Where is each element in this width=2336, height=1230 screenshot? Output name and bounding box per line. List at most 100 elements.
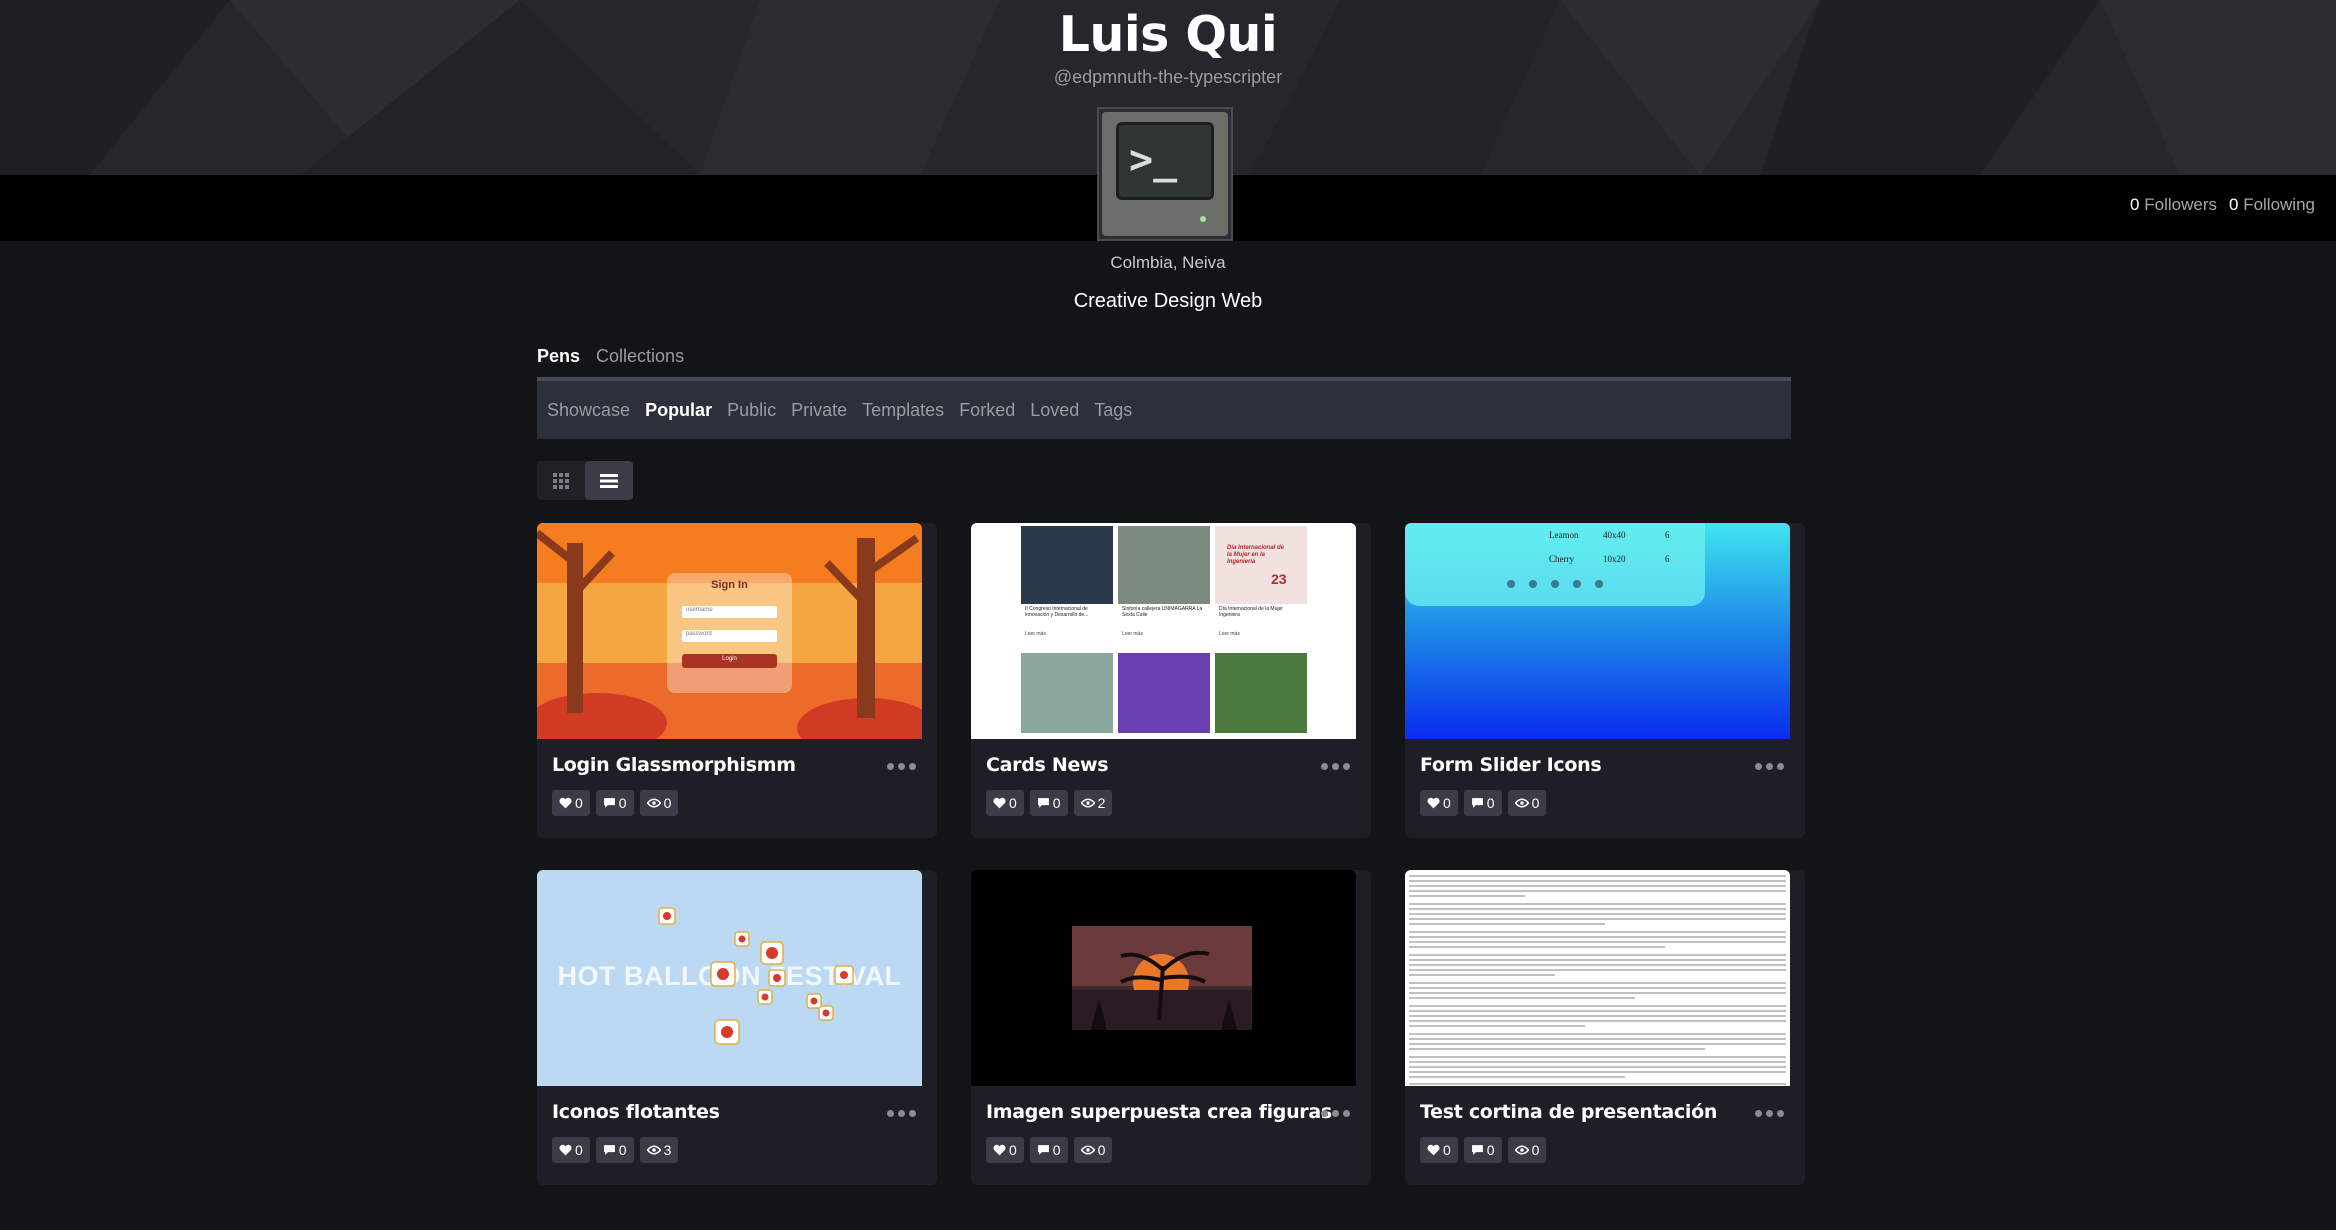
comment-icon [1037, 1145, 1049, 1155]
like-button[interactable]: 0 [986, 790, 1024, 816]
heart-icon [993, 797, 1006, 809]
pen-preview[interactable]: II Congreso Internacional de Innovación … [971, 523, 1356, 739]
comment-icon [603, 798, 615, 808]
slider-row-1-name: Leamon [1549, 530, 1579, 540]
news-more-1: Leer más [1025, 631, 1046, 637]
eye-icon [646, 1145, 661, 1155]
filter-private[interactable]: Private [791, 400, 847, 421]
pen-preview[interactable]: Leamon 40x40 6 Cherry 10x20 6 [1405, 523, 1790, 739]
more-dots-icon[interactable] [1318, 1106, 1352, 1120]
pen-card[interactable]: Sign In username password Login Login Gl… [537, 523, 937, 838]
comment-icon [1471, 1145, 1483, 1155]
filter-showcase[interactable]: Showcase [547, 400, 630, 421]
views-count: 0 [1507, 790, 1547, 816]
list-icon [600, 473, 618, 488]
pen-card[interactable]: HOT BALLOON FESTIVAL Iconos flo [537, 870, 937, 1185]
more-dots-icon[interactable] [884, 759, 918, 773]
tab-collections[interactable]: Collections [596, 346, 684, 367]
pen-title[interactable]: Test cortina de presentación [1420, 1101, 1717, 1123]
list-view-button[interactable] [585, 461, 633, 500]
preview-password-field: password [686, 631, 712, 637]
comment-button[interactable]: 0 [1463, 1137, 1502, 1163]
pen-preview[interactable] [971, 870, 1356, 1086]
comment-icon [1037, 798, 1049, 808]
more-dots-icon[interactable] [1752, 759, 1786, 773]
profile-tagline: Creative Design Web [1073, 290, 1263, 312]
preview-signin-heading: Sign In [711, 579, 748, 591]
news-item-1: II Congreso Internacional de Innovación … [1025, 606, 1089, 618]
views-count: 0 [1073, 1137, 1113, 1163]
more-dots-icon[interactable] [884, 1106, 918, 1120]
news-item-2: Sinfonía callejera UNIMAGARRA La Sexta C… [1122, 606, 1203, 618]
comment-button[interactable]: 0 [595, 790, 634, 816]
news-item-3: Día Internacional de la Mujer Ingeniera [1219, 606, 1283, 618]
comment-button[interactable]: 0 [595, 1137, 634, 1163]
pen-stats: 0 0 0 [1420, 1137, 1547, 1163]
pen-stats: 0 0 0 [986, 1137, 1113, 1163]
eye-icon [1080, 798, 1095, 808]
pen-title[interactable]: Iconos flotantes [552, 1101, 720, 1123]
pen-stats: 0 0 3 [552, 1137, 679, 1163]
more-dots-icon[interactable] [1318, 759, 1352, 773]
avatar: >_ [1097, 107, 1233, 241]
profile-location: Colmbia, Neiva [1110, 253, 1226, 272]
more-dots-icon[interactable] [1752, 1106, 1786, 1120]
eye-icon [1514, 798, 1529, 808]
comment-button[interactable]: 0 [1029, 790, 1068, 816]
grid-icon [553, 472, 569, 489]
pen-title[interactable]: Login Glassmorphismm [552, 754, 796, 776]
follow-counts: 0 Followers 0 Following [2130, 195, 2315, 215]
pen-card[interactable]: II Congreso Internacional de Innovación … [971, 523, 1371, 838]
comment-button[interactable]: 0 [1029, 1137, 1068, 1163]
heart-icon [993, 1144, 1006, 1156]
filter-popular[interactable]: Popular [645, 400, 712, 421]
news-more-3: Leer más [1219, 631, 1240, 637]
slider-row-1-mark: 6 [1665, 530, 1670, 540]
pens-filter-nav: Showcase Popular Public Private Template… [537, 377, 1791, 439]
eye-icon [1080, 1145, 1095, 1155]
preview-login-button: Login [722, 656, 737, 662]
pen-title[interactable]: Form Slider Icons [1420, 754, 1602, 776]
like-button[interactable]: 0 [986, 1137, 1024, 1163]
tab-pens[interactable]: Pens [537, 346, 580, 367]
views-count: 2 [1073, 790, 1113, 816]
filter-forked[interactable]: Forked [959, 400, 1015, 421]
profile-name: Luis Qui [1058, 6, 1278, 63]
profile-tabs: Pens Collections [537, 346, 684, 367]
slider-row-1-value: 40x40 [1603, 530, 1626, 540]
pen-card[interactable]: Imagen superpuesta crea figuras 0 0 0 [971, 870, 1371, 1185]
filter-loved[interactable]: Loved [1030, 400, 1079, 421]
pen-title[interactable]: Imagen superpuesta crea figuras [986, 1101, 1332, 1123]
like-button[interactable]: 0 [552, 790, 590, 816]
like-button[interactable]: 0 [1420, 790, 1458, 816]
filter-tags[interactable]: Tags [1094, 400, 1132, 421]
login-preview-image [537, 523, 922, 739]
followers-link[interactable]: 0 Followers [2130, 195, 2217, 215]
filter-public[interactable]: Public [727, 400, 776, 421]
news-feature-number: 23 [1271, 571, 1287, 587]
views-count: 3 [639, 1137, 679, 1163]
like-button[interactable]: 0 [1420, 1137, 1458, 1163]
profile-handle: @edpmnuth-the-typescripter [1053, 67, 1283, 87]
comment-icon [603, 1145, 615, 1155]
pen-card[interactable]: Test cortina de presentación 0 0 0 [1405, 870, 1805, 1185]
heart-icon [1427, 1144, 1440, 1156]
text-document-preview-image [1405, 870, 1790, 1086]
comment-button[interactable]: 0 [1463, 790, 1502, 816]
pen-stats: 0 0 2 [986, 790, 1113, 816]
heart-icon [559, 1144, 572, 1156]
slider-row-2-value: 10x20 [1603, 554, 1626, 564]
pen-card[interactable]: Leamon 40x40 6 Cherry 10x20 6 Form Slide… [1405, 523, 1805, 838]
views-count: 0 [639, 790, 679, 816]
slider-row-2-mark: 6 [1665, 554, 1670, 564]
sunset-tree-preview-image [971, 870, 1356, 1086]
like-button[interactable]: 0 [552, 1137, 590, 1163]
grid-view-button[interactable] [537, 461, 585, 500]
following-link[interactable]: 0 Following [2229, 195, 2315, 215]
heart-icon [559, 797, 572, 809]
pen-preview[interactable]: Sign In username password Login [537, 523, 922, 739]
pen-title[interactable]: Cards News [986, 754, 1109, 776]
pen-preview[interactable]: HOT BALLOON FESTIVAL [537, 870, 922, 1086]
pen-preview[interactable] [1405, 870, 1790, 1086]
filter-templates[interactable]: Templates [862, 400, 944, 421]
